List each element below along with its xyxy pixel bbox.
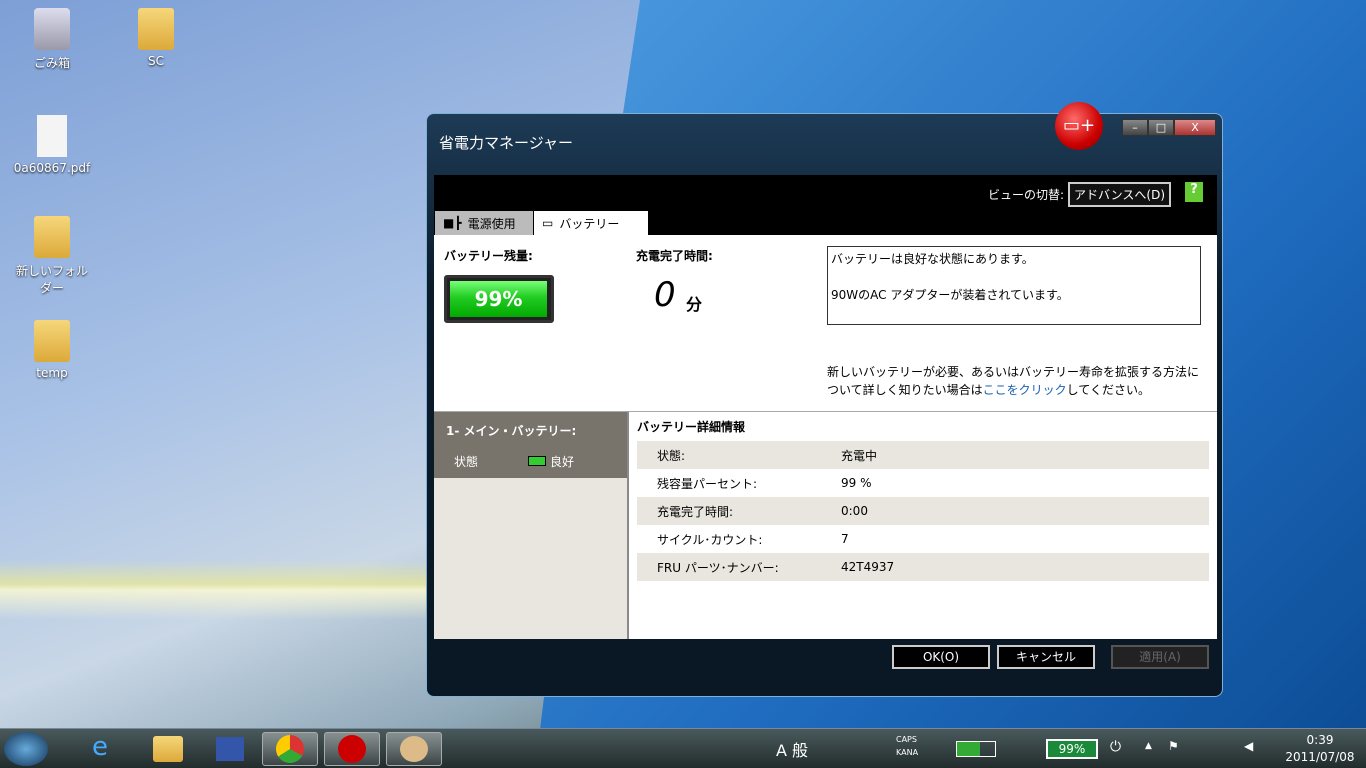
desktop-icon-sc[interactable]: SC (116, 8, 196, 68)
clock-time[interactable]: 0:39 (1280, 733, 1360, 747)
ie-icon: e (92, 732, 108, 762)
folder-icon (34, 320, 70, 362)
info-text-after: してください。 (1066, 383, 1150, 397)
battery-remaining-label: バッテリー残量: (444, 249, 533, 263)
battery-plus-icon: ▭+ (1055, 102, 1103, 150)
taskbar-explorer[interactable] (140, 732, 196, 766)
battery-list-panel: 1- メイン・バッテリー: 状態 良好 (434, 411, 627, 639)
battery-tray-gauge[interactable]: 99% (1046, 739, 1098, 759)
apply-button[interactable]: 適用(A) (1111, 645, 1209, 669)
clock-date[interactable]: 2011/07/08 (1280, 750, 1360, 764)
recycle-bin-icon (34, 8, 70, 50)
detail-value: 7 (841, 532, 849, 546)
detail-key: 充電完了時間: (657, 504, 734, 519)
desktop-icon-pdf[interactable]: 0a60867.pdf (12, 115, 92, 175)
tab-battery[interactable]: ▭ バッテリー (534, 211, 648, 235)
detail-row: サイクル･カウント: 7 (637, 525, 1209, 553)
battery-plus-icon (338, 735, 366, 763)
battery-gauge: 99% (444, 275, 554, 323)
tab-power-usage[interactable]: ■┣ 電源使用 (435, 211, 533, 235)
battery-gauge-fill: 99% (450, 281, 548, 317)
taskbar-network[interactable] (202, 732, 258, 766)
ime-indicator[interactable]: A 般 (776, 737, 808, 761)
battery-list-item[interactable]: 1- メイン・バッテリー: 状態 良好 (434, 412, 627, 478)
detail-value: 99 % (841, 476, 872, 490)
view-switch-label: ビューの切替: (987, 188, 1065, 202)
ok-button[interactable]: OK(O) (892, 645, 990, 669)
detail-row: FRU パーツ･ナンバー: 42T4937 (637, 553, 1209, 581)
kana-indicator: KANA (896, 748, 919, 757)
caps-indicator: CAPS (896, 735, 917, 744)
detail-value: 充電中 (841, 448, 878, 463)
folder-icon (153, 736, 183, 762)
detail-row: 充電完了時間: 0:00 (637, 497, 1209, 525)
charge-time-unit: 分 (686, 295, 703, 314)
ac-plug-icon: ⏻ (1110, 739, 1122, 755)
start-button[interactable] (4, 732, 48, 766)
taskbar-paint[interactable] (386, 732, 442, 766)
charge-time-label: 充電完了時間: (636, 249, 713, 263)
advanced-view-button[interactable]: アドバンスへ(D) (1068, 182, 1171, 207)
charge-time-value: 0 (654, 275, 676, 315)
status-message-box: バッテリーは良好な状態にあります。 90WのAC アダプターが装着されています。 (827, 246, 1201, 325)
detail-key: サイクル･カウント: (657, 532, 763, 547)
computer-icon (216, 737, 244, 761)
status-line: 90WのAC アダプターが装着されています。 (831, 288, 1069, 302)
signal-strength-icon[interactable] (956, 741, 996, 757)
taskbar-ie[interactable]: e (76, 732, 132, 766)
folder-icon (34, 216, 70, 258)
detail-value: 42T4937 (841, 560, 895, 574)
battery-details-panel: バッテリー詳細情報 状態: 充電中残容量パーセント: 99 % 充電完了時間: 0:00… (627, 411, 1217, 639)
desktop-icon-new-folder[interactable]: 新しいフォルダー (12, 216, 92, 296)
volume-icon[interactable]: ◀ (1244, 739, 1253, 753)
detail-key: FRU パーツ･ナンバー: (657, 560, 779, 575)
file-icon (37, 115, 67, 157)
status-value: 良好 (550, 455, 575, 469)
status-line: バッテリーは良好な状態にあります。 (831, 252, 1034, 266)
plug-icon: ■┣ (443, 216, 462, 230)
taskbar-chrome[interactable] (262, 732, 318, 766)
info-text: 新しいバッテリーが必要、あるいはバッテリー寿命を拡張する方法について詳しく知りた… (827, 363, 1207, 399)
click-here-link[interactable]: ここをクリック (983, 383, 1067, 397)
detail-value: 0:00 (841, 504, 868, 518)
detail-key: 残容量パーセント: (657, 476, 758, 491)
desktop-icon-temp[interactable]: temp (12, 320, 92, 380)
show-hidden-icons-icon[interactable]: ▲ (1145, 741, 1152, 751)
help-icon[interactable]: ? (1185, 182, 1203, 202)
detail-row: 残容量パーセント: 99 % (637, 469, 1209, 497)
paint-icon (400, 736, 428, 762)
maximize-button[interactable]: □ (1148, 119, 1174, 136)
details-title: バッテリー詳細情報 (637, 420, 746, 434)
taskbar-power-manager[interactable] (324, 732, 380, 766)
status-label: 状態 (454, 455, 479, 469)
battery-icon: ▭ (542, 216, 554, 230)
chrome-icon (276, 735, 304, 763)
folder-icon (138, 8, 174, 50)
close-button[interactable]: X (1174, 119, 1216, 136)
detail-row: 状態: 充電中 (637, 441, 1209, 469)
detail-key: 状態: (657, 448, 686, 463)
window-title: 省電力マネージャー (439, 134, 573, 152)
battery-good-icon (528, 456, 546, 466)
battery-name: 1- メイン・バッテリー: (446, 424, 577, 438)
desktop-icon-recycle-bin[interactable]: ごみ箱 (12, 8, 92, 71)
cancel-button[interactable]: キャンセル (997, 645, 1095, 669)
taskbar: e A 般 CAPS KANA 99% ⏻ ▲ ⚑ ◀ 0:39 2011/07… (0, 728, 1366, 768)
power-manager-window: 省電力マネージャー ▭+ – □ X ビューの切替: アドバンスへ(D) ? ■┣ 電源… (426, 102, 1223, 697)
action-center-flag-icon[interactable]: ⚑ (1168, 739, 1179, 753)
minimize-button[interactable]: – (1122, 119, 1148, 136)
